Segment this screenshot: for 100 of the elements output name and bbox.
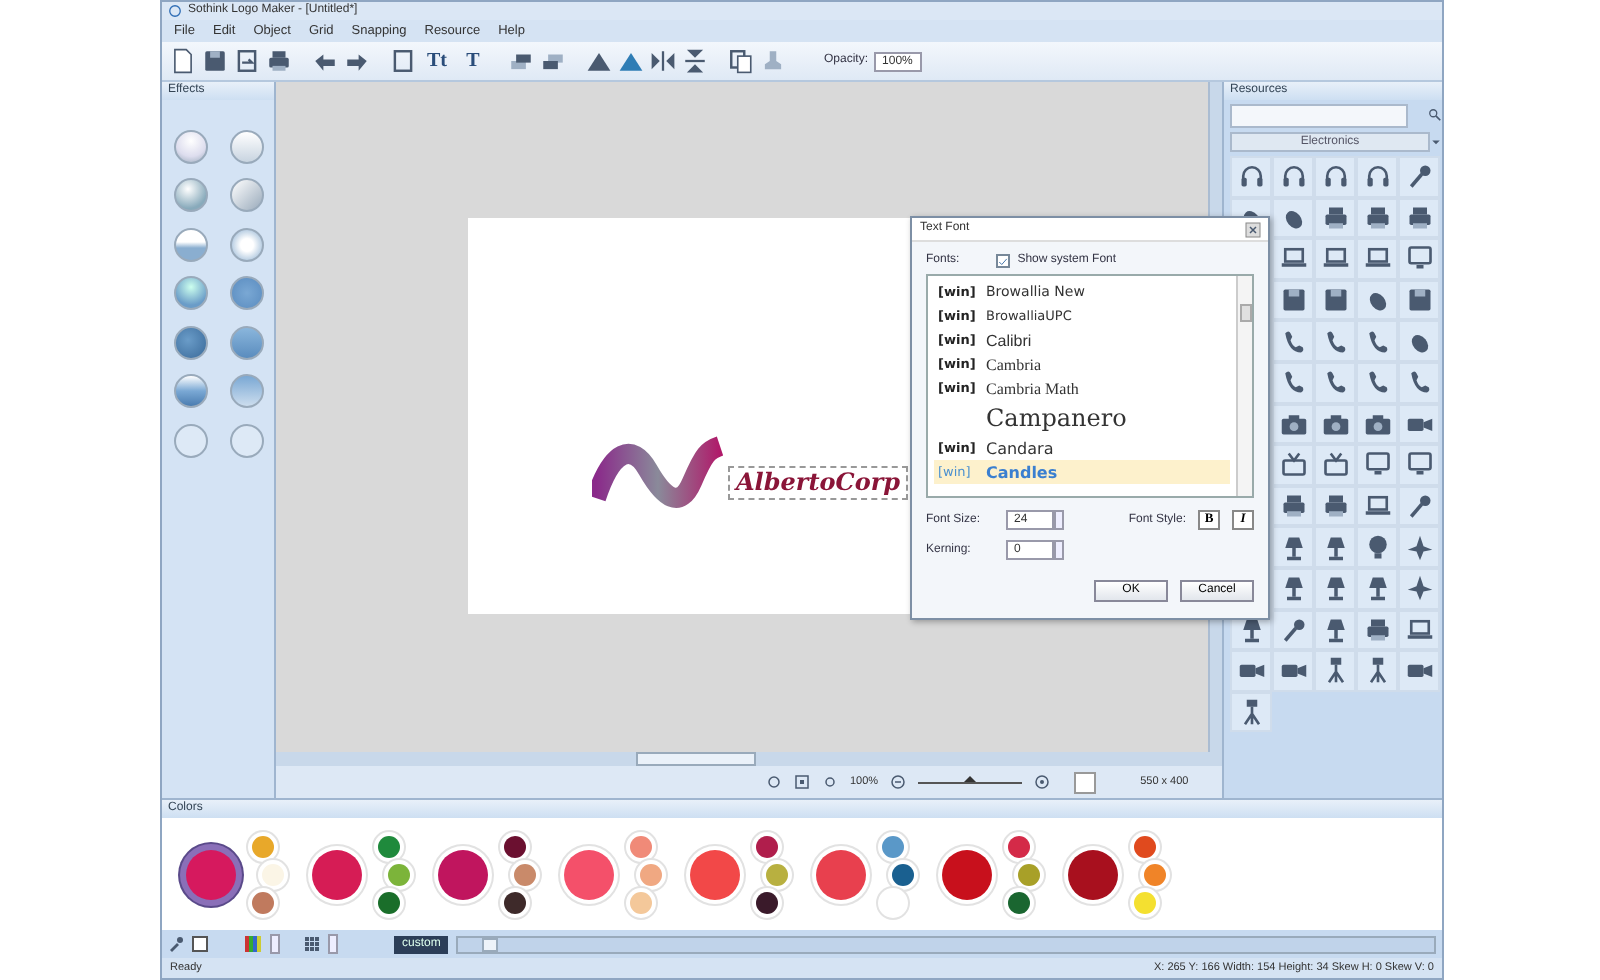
airplane-icon[interactable]	[1405, 574, 1433, 603]
airplane-icon[interactable]	[1405, 533, 1433, 562]
color-dot[interactable]	[252, 835, 274, 857]
headphones-icon[interactable]	[1321, 162, 1349, 191]
printer-icon[interactable]	[1321, 203, 1349, 232]
light-bulb-icon[interactable]	[1363, 533, 1391, 562]
lamp-icon[interactable]	[1279, 533, 1307, 562]
microphone-icon[interactable]	[1405, 492, 1433, 521]
effect-preset[interactable]	[173, 325, 207, 360]
color-dot[interactable]	[630, 891, 652, 913]
text-tool-button[interactable]: Tt	[422, 46, 452, 76]
text-tool-button[interactable]: T	[458, 46, 488, 76]
horizontal-scrollbar[interactable]	[276, 752, 1222, 766]
color-dot[interactable]	[1008, 835, 1030, 857]
color-swatch[interactable]	[564, 849, 614, 899]
laptop-icon[interactable]	[1321, 244, 1349, 273]
background-swatch[interactable]	[1074, 771, 1097, 793]
laptop-icon[interactable]	[1363, 492, 1391, 521]
lamp-icon[interactable]	[1237, 615, 1265, 644]
phone-icon[interactable]	[1279, 368, 1307, 397]
color-dot[interactable]	[892, 863, 914, 885]
camera-icon[interactable]	[1279, 409, 1307, 438]
color-dot[interactable]	[252, 891, 274, 913]
grid-icon[interactable]	[304, 936, 320, 952]
checkbox[interactable]	[995, 254, 1010, 268]
color-dot[interactable]	[630, 835, 652, 857]
flip-horizontal-icon[interactable]	[650, 48, 676, 74]
laptop-icon[interactable]	[1279, 244, 1307, 273]
printer-icon[interactable]	[1363, 615, 1391, 644]
printer-icon[interactable]	[266, 48, 292, 74]
phone-icon[interactable]	[1363, 327, 1391, 356]
color-dot[interactable]	[378, 835, 400, 857]
color-dot[interactable]	[1018, 863, 1040, 885]
flip-vertical-icon[interactable]	[682, 48, 708, 74]
color-dot[interactable]	[756, 835, 778, 857]
printer-icon[interactable]	[1405, 203, 1433, 232]
search-field[interactable]	[1230, 104, 1408, 128]
laptop-icon[interactable]	[1363, 244, 1391, 273]
microphone-icon[interactable]	[1405, 162, 1433, 191]
color-swatch[interactable]	[690, 849, 740, 899]
color-swatch[interactable]	[1068, 849, 1118, 899]
phone-icon[interactable]	[1405, 368, 1433, 397]
effect-preset[interactable]	[173, 374, 207, 409]
phone-icon[interactable]	[1279, 327, 1307, 356]
camera-icon[interactable]	[1321, 409, 1349, 438]
color-swatch[interactable]	[192, 936, 208, 952]
camera-icon[interactable]	[1363, 409, 1391, 438]
color-dot[interactable]	[262, 863, 284, 885]
tv-icon[interactable]	[1321, 450, 1349, 479]
frame-icon[interactable]	[390, 48, 416, 74]
lamp-icon[interactable]	[1321, 615, 1349, 644]
color-dot[interactable]	[1144, 863, 1166, 885]
color-swatch[interactable]	[816, 849, 866, 899]
color-dot[interactable]	[504, 891, 526, 913]
color-dot[interactable]	[514, 863, 536, 885]
color-swatch[interactable]	[186, 849, 236, 899]
microphone-icon[interactable]	[1279, 615, 1307, 644]
document-icon[interactable]	[170, 48, 196, 74]
horizontal-scrollbar[interactable]	[456, 935, 1436, 953]
phone-icon[interactable]	[1321, 368, 1349, 397]
color-swatch[interactable]	[438, 849, 488, 899]
headphones-icon[interactable]	[1363, 162, 1391, 191]
color-dot[interactable]	[388, 863, 410, 885]
effect-preset[interactable]	[229, 325, 263, 360]
printer-icon[interactable]	[1363, 203, 1391, 232]
lamp-icon[interactable]	[1321, 574, 1349, 603]
color-dot[interactable]	[640, 863, 662, 885]
lamp-icon[interactable]	[1279, 574, 1307, 603]
fit-page-icon[interactable]	[794, 774, 810, 790]
printer-icon[interactable]	[1279, 492, 1307, 521]
color-dot[interactable]	[504, 835, 526, 857]
monitor-icon[interactable]	[1405, 450, 1433, 479]
headphones-icon[interactable]	[1237, 162, 1265, 191]
zoom-out-icon[interactable]	[890, 774, 907, 790]
font-list-item[interactable]: Campanero	[934, 400, 1230, 436]
color-dot[interactable]	[1134, 891, 1156, 913]
logo-text[interactable]: AlbertoCorp	[728, 466, 909, 500]
color-dot[interactable]	[882, 835, 904, 857]
monitor-icon[interactable]	[1363, 450, 1391, 479]
color-dot[interactable]	[1008, 891, 1030, 913]
triangle-icon[interactable]	[618, 48, 644, 74]
lamp-icon[interactable]	[1321, 533, 1349, 562]
triangle-icon[interactable]	[586, 48, 612, 74]
copy-icon[interactable]	[728, 48, 754, 74]
monitor-icon[interactable]	[1405, 244, 1433, 273]
lamp-icon[interactable]	[1363, 574, 1391, 603]
tv-icon[interactable]	[1279, 450, 1307, 479]
color-swatch[interactable]	[312, 849, 362, 899]
color-bars-icon[interactable]	[244, 936, 262, 952]
laptop-icon[interactable]	[1405, 615, 1433, 644]
search-icon[interactable]	[1428, 107, 1442, 121]
color-dot[interactable]	[1134, 835, 1156, 857]
color-dot[interactable]	[766, 863, 788, 885]
circle-icon[interactable]	[822, 774, 838, 790]
color-dot[interactable]	[756, 891, 778, 913]
headphones-icon[interactable]	[1279, 162, 1307, 191]
color-dot[interactable]	[378, 891, 400, 913]
phone-icon[interactable]	[1321, 327, 1349, 356]
vertical-scrollbar[interactable]	[1236, 276, 1252, 496]
phone-icon[interactable]	[1363, 368, 1391, 397]
